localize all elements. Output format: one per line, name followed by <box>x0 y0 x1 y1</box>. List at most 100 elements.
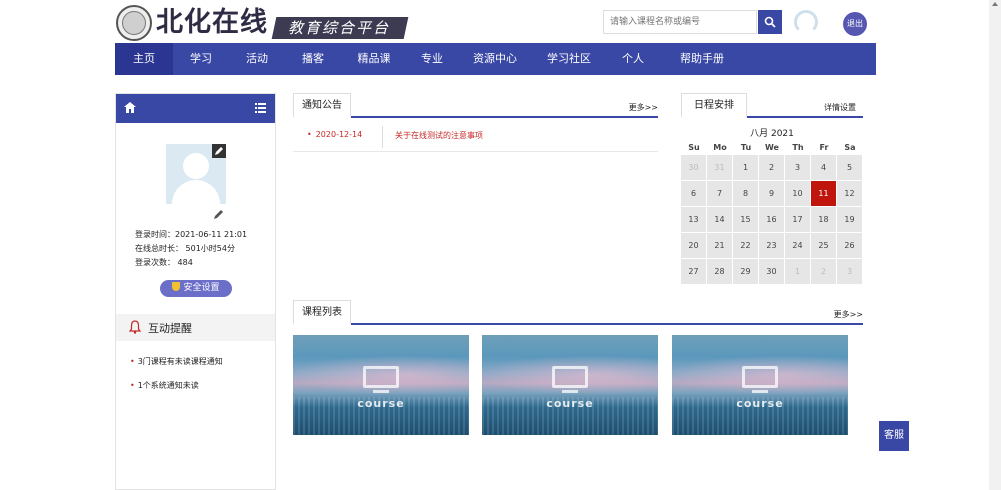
calendar-day[interactable]: 30 <box>681 155 706 180</box>
calendar-day[interactable]: 18 <box>811 207 836 232</box>
notice-more-link[interactable]: 更多>> <box>629 102 658 113</box>
calendar-month: 八月 2021 <box>750 129 794 139</box>
calendar-day[interactable]: 20 <box>681 233 706 258</box>
login-count: 登录次数： 484 <box>135 258 193 267</box>
reminder-item[interactable]: • 1个系统通知未读 <box>130 380 199 391</box>
calendar-day[interactable]: 10 <box>785 181 810 206</box>
nav-item[interactable]: 学习社区 <box>533 43 605 75</box>
reminder-item[interactable]: • 3门课程有未读课程通知 <box>130 356 223 367</box>
calendar-day-today[interactable]: 11 <box>811 181 836 206</box>
calendar-day[interactable]: 4 <box>811 155 836 180</box>
calendar-day[interactable]: 2 <box>811 259 836 284</box>
home-icon[interactable] <box>124 102 136 113</box>
calendar-day[interactable]: 22 <box>733 233 758 258</box>
page-scrollbar[interactable] <box>989 0 1001 490</box>
calendar-day[interactable]: 31 <box>707 155 732 180</box>
calendar-day[interactable]: 9 <box>759 181 784 206</box>
course-card[interactable]: course <box>482 335 658 435</box>
online-total-time: 在线总时长： 501小时54分 <box>135 244 235 253</box>
search-icon <box>764 16 776 28</box>
nav-item[interactable]: 学习 <box>173 43 229 75</box>
pencil-icon[interactable] <box>213 209 224 220</box>
course-label: course <box>736 397 784 410</box>
weekday-label: Th <box>792 143 804 152</box>
brand-tagline-text: 教育综合平台 <box>288 19 391 37</box>
course-card[interactable]: course <box>672 335 848 435</box>
monitor-icon <box>742 366 778 388</box>
calendar-day[interactable]: 3 <box>837 259 862 284</box>
calendar-day[interactable]: 2 <box>759 155 784 180</box>
calendar-day[interactable]: 19 <box>837 207 862 232</box>
weekday-label: Fr <box>819 143 829 152</box>
notice-date: • 2020-12-14 <box>307 130 363 139</box>
nav-item[interactable]: 专业 <box>407 43 457 75</box>
nav-item[interactable]: 帮助手册 <box>661 43 743 75</box>
brand-name: 北化在线 <box>156 7 268 38</box>
customer-service-button[interactable]: 客服 <box>879 421 909 451</box>
nav-item[interactable]: 主页 <box>115 43 173 75</box>
calendar-week: 6 7 8 9 10 11 12 <box>681 181 863 207</box>
brand-tagline: 教育综合平台 <box>271 17 409 39</box>
monitor-stand <box>562 390 578 393</box>
course-search-input[interactable] <box>603 10 757 34</box>
calendar-day[interactable]: 29 <box>733 259 758 284</box>
notice-item[interactable]: • 2020-12-14 关于在线测试的注意事项 <box>293 123 658 152</box>
calendar-day[interactable]: 26 <box>837 233 862 258</box>
tab-notice[interactable]: 通知公告 <box>293 93 351 118</box>
calendar-day[interactable]: 3 <box>785 155 810 180</box>
search-button[interactable] <box>758 10 782 34</box>
monitor-stand <box>373 390 389 393</box>
calendar-day[interactable]: 25 <box>811 233 836 258</box>
weekday-label: Mo <box>713 143 727 152</box>
login-time: 登录时间：2021-06-11 21:01 <box>135 230 248 239</box>
monitor-stand <box>752 390 768 393</box>
nav-item[interactable]: 个人 <box>605 43 661 75</box>
nav-item[interactable]: 播客 <box>285 43 341 75</box>
tab-course-list[interactable]: 课程列表 <box>293 300 351 325</box>
user-avatar-icon[interactable] <box>794 10 818 34</box>
sidebar-header <box>116 94 275 123</box>
course-card[interactable]: course <box>293 335 469 435</box>
notice-title[interactable]: 关于在线测试的注意事项 <box>395 130 483 141</box>
weekday-label: Tu <box>740 143 752 152</box>
calendar-day[interactable]: 27 <box>681 259 706 284</box>
security-settings-label: 安全设置 <box>183 283 220 293</box>
calendar-day[interactable]: 15 <box>733 207 758 232</box>
calendar-day[interactable]: 14 <box>707 207 732 232</box>
security-settings-button[interactable]: 安全设置 <box>160 280 232 297</box>
calendar-week: 13 14 15 16 17 18 19 <box>681 207 863 233</box>
logout-button[interactable]: 退出 <box>843 12 867 36</box>
calendar-weekdays: Su Mo Tu We Th Fr Sa <box>681 141 863 155</box>
calendar-day[interactable]: 23 <box>759 233 784 258</box>
calendar-day[interactable]: 7 <box>707 181 732 206</box>
calendar-day[interactable]: 17 <box>785 207 810 232</box>
course-more-link[interactable]: 更多>> <box>834 309 863 320</box>
course-label: course <box>546 397 594 410</box>
calendar-day[interactable]: 1 <box>733 155 758 180</box>
reminder-text: 1个系统通知未读 <box>137 381 199 390</box>
calendar-week: 27 28 29 30 1 2 3 <box>681 259 863 285</box>
calendar-day[interactable]: 21 <box>707 233 732 258</box>
calendar-day[interactable]: 16 <box>759 207 784 232</box>
calendar-day[interactable]: 13 <box>681 207 706 232</box>
calendar-day[interactable]: 5 <box>837 155 862 180</box>
calendar-day[interactable]: 30 <box>759 259 784 284</box>
calendar-day[interactable]: 6 <box>681 181 706 206</box>
monitor-icon <box>363 366 399 388</box>
scroll-up-arrow-icon[interactable] <box>992 2 998 6</box>
shield-icon <box>172 282 181 291</box>
remind-header: 互动提醒 <box>116 314 275 341</box>
site-logo[interactable]: 北化在线 教育综合平台 <box>116 4 409 42</box>
calendar-day[interactable]: 28 <box>707 259 732 284</box>
nav-item[interactable]: 活动 <box>229 43 285 75</box>
calendar-day[interactable]: 8 <box>733 181 758 206</box>
schedule-settings-link[interactable]: 详情设置 <box>824 102 856 113</box>
calendar-day[interactable]: 12 <box>837 181 862 206</box>
edit-avatar-icon[interactable] <box>212 144 226 158</box>
calendar-day[interactable]: 1 <box>785 259 810 284</box>
list-menu-icon[interactable] <box>255 103 266 113</box>
tab-schedule[interactable]: 日程安排 <box>681 93 747 118</box>
nav-item[interactable]: 精品课 <box>341 43 407 75</box>
calendar-day[interactable]: 24 <box>785 233 810 258</box>
nav-item[interactable]: 资源中心 <box>457 43 533 75</box>
